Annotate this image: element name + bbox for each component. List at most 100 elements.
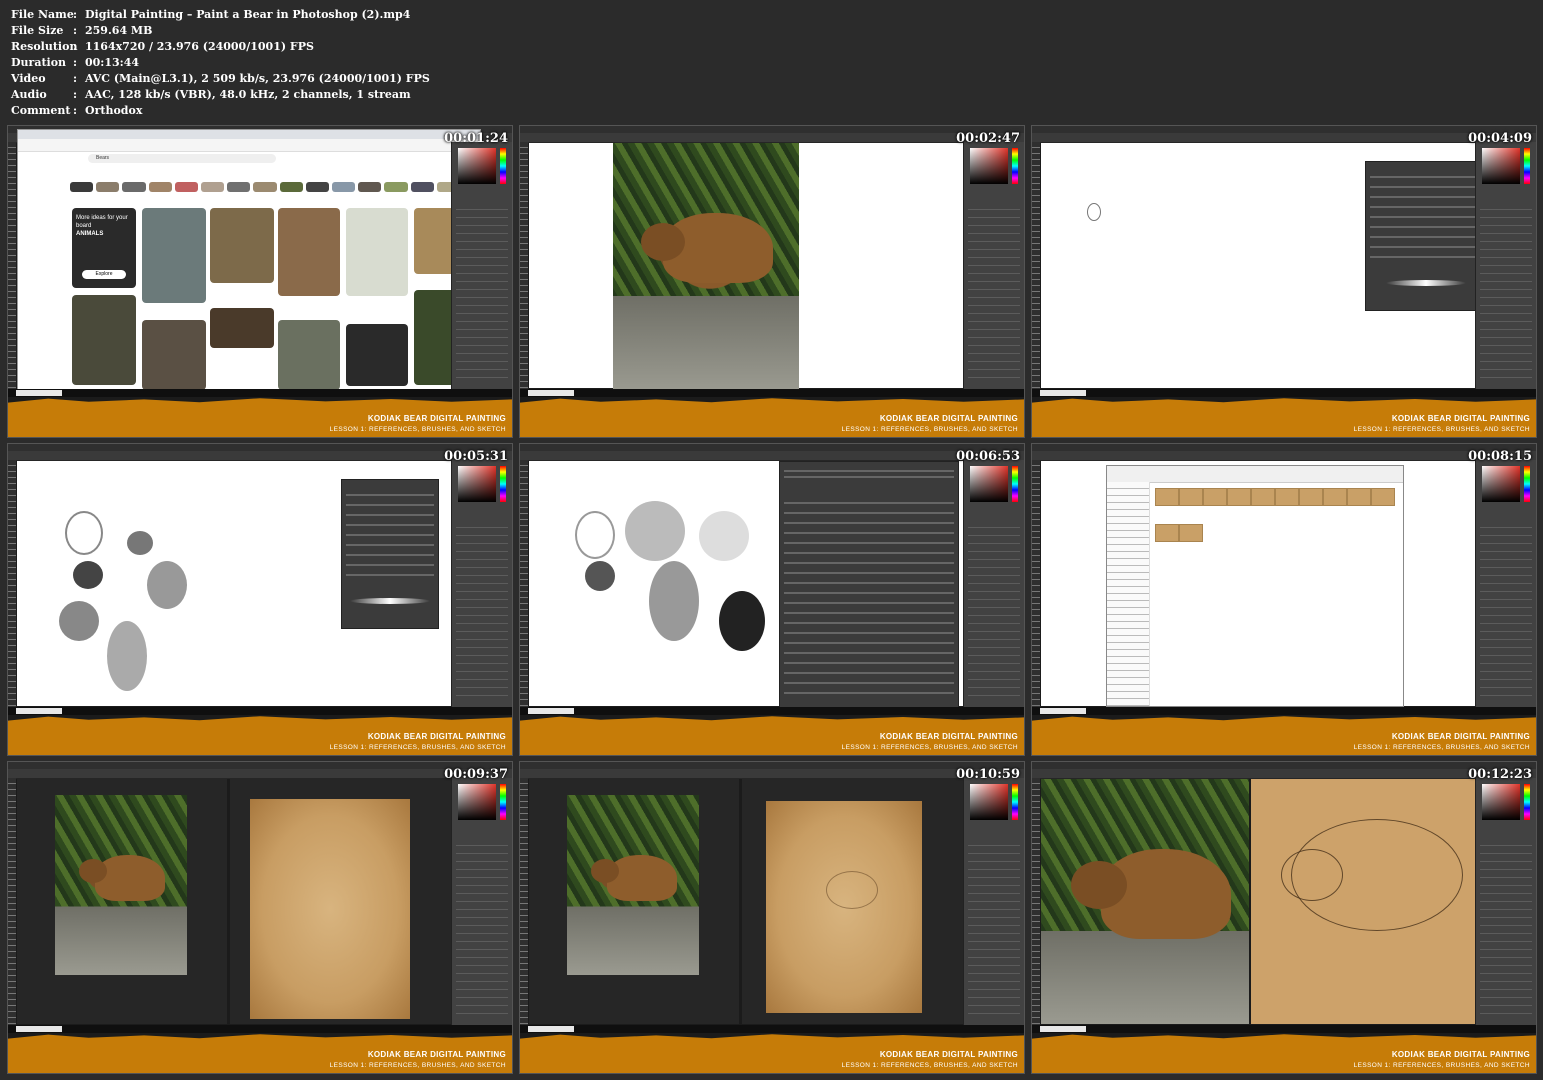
- bear-photo[interactable]: [1041, 779, 1249, 1024]
- address-bar[interactable]: [18, 139, 480, 152]
- category-chip[interactable]: [358, 182, 382, 192]
- photo-document[interactable]: [529, 779, 739, 1024]
- category-chip[interactable]: [253, 182, 277, 192]
- brush-preset[interactable]: [784, 532, 954, 534]
- photoshop-menubar[interactable]: [1032, 126, 1536, 133]
- taskbar-search[interactable]: [1040, 1026, 1086, 1032]
- dialog-option[interactable]: [346, 524, 434, 526]
- right-panels[interactable]: [1475, 778, 1536, 1025]
- dialog-option[interactable]: [346, 564, 434, 566]
- dialog-option[interactable]: [1370, 206, 1482, 208]
- brush-preset[interactable]: [784, 672, 954, 674]
- layers-panel[interactable]: [456, 838, 508, 1019]
- texture-file[interactable]: [1323, 488, 1347, 506]
- brush-preset[interactable]: [784, 522, 954, 524]
- dialog-option[interactable]: [346, 574, 434, 576]
- layers-panel[interactable]: [968, 520, 1020, 701]
- photoshop-menubar[interactable]: [1032, 444, 1536, 451]
- dialog-option[interactable]: [346, 514, 434, 516]
- texture-file[interactable]: [1227, 488, 1251, 506]
- category-chip[interactable]: [332, 182, 356, 192]
- photoshop-menubar[interactable]: [1032, 762, 1536, 769]
- brush-preset[interactable]: [784, 562, 954, 564]
- right-panels[interactable]: [451, 460, 512, 707]
- color-picker[interactable]: [1482, 148, 1520, 184]
- tools-panel[interactable]: [8, 142, 16, 389]
- color-picker[interactable]: [458, 148, 496, 184]
- dialog-option[interactable]: [346, 494, 434, 496]
- tools-panel[interactable]: [1032, 778, 1040, 1025]
- brush-preset[interactable]: [784, 476, 954, 478]
- photoshop-menubar[interactable]: [520, 126, 1024, 133]
- category-chip[interactable]: [227, 182, 251, 192]
- brush-preset[interactable]: [784, 502, 954, 504]
- right-panels[interactable]: [1475, 142, 1536, 389]
- pin-image[interactable]: [346, 324, 408, 386]
- layers-panel[interactable]: [968, 202, 1020, 383]
- photoshop-menubar[interactable]: [8, 444, 512, 451]
- dialog-option[interactable]: [346, 504, 434, 506]
- category-chip[interactable]: [174, 182, 199, 192]
- texture-file[interactable]: [1275, 488, 1299, 506]
- options-bar[interactable]: [520, 133, 1024, 143]
- right-panels[interactable]: [1475, 460, 1536, 707]
- dialog-option[interactable]: [346, 544, 434, 546]
- dialog-option[interactable]: [1370, 216, 1482, 218]
- layers-panel[interactable]: [456, 520, 508, 701]
- category-chip[interactable]: [96, 182, 120, 192]
- color-picker[interactable]: [458, 466, 496, 502]
- tools-panel[interactable]: [1032, 460, 1040, 707]
- brush-preset[interactable]: [784, 662, 954, 664]
- hue-slider[interactable]: [1012, 148, 1018, 184]
- category-chip[interactable]: [201, 182, 225, 192]
- category-chips[interactable]: [70, 182, 461, 192]
- explore-button[interactable]: Explore: [82, 270, 126, 279]
- texture-file[interactable]: [1347, 488, 1371, 506]
- browser-tabs[interactable]: [18, 130, 480, 139]
- hue-slider[interactable]: [1012, 784, 1018, 820]
- tools-panel[interactable]: [8, 778, 16, 1025]
- tools-panel[interactable]: [520, 778, 528, 1025]
- canvas[interactable]: [1041, 143, 1487, 388]
- color-picker[interactable]: [1482, 466, 1520, 502]
- options-bar[interactable]: [8, 769, 512, 779]
- photoshop-menubar[interactable]: [520, 444, 1024, 451]
- color-picker[interactable]: [1482, 784, 1520, 820]
- paper-document[interactable]: [1251, 779, 1475, 1024]
- dialog-option[interactable]: [1370, 236, 1482, 238]
- paper-document[interactable]: [230, 779, 451, 1024]
- pin-image[interactable]: [142, 208, 206, 303]
- texture-file[interactable]: [1371, 488, 1395, 506]
- taskbar-search[interactable]: [16, 390, 62, 396]
- hue-slider[interactable]: [1524, 784, 1530, 820]
- tools-panel[interactable]: [1032, 142, 1040, 389]
- dialog-option[interactable]: [1370, 186, 1482, 188]
- texture-file[interactable]: [1179, 524, 1203, 542]
- texture-file[interactable]: [1251, 488, 1275, 506]
- brush-preset[interactable]: [784, 622, 954, 624]
- layers-panel[interactable]: [456, 202, 508, 383]
- taskbar-search[interactable]: [528, 1026, 574, 1032]
- brush-preset[interactable]: [784, 632, 954, 634]
- texture-file[interactable]: [1179, 488, 1203, 506]
- options-bar[interactable]: [1032, 133, 1536, 143]
- tools-panel[interactable]: [520, 460, 528, 707]
- taskbar-search[interactable]: [528, 390, 574, 396]
- layers-panel[interactable]: [1480, 520, 1532, 701]
- brush-settings-dialog[interactable]: [341, 479, 439, 629]
- hue-slider[interactable]: [1524, 466, 1530, 502]
- tools-panel[interactable]: [8, 460, 16, 707]
- pin-image[interactable]: [278, 208, 340, 296]
- hue-slider[interactable]: [500, 466, 506, 502]
- options-bar[interactable]: [8, 451, 512, 461]
- texture-file[interactable]: [1299, 488, 1323, 506]
- hue-slider[interactable]: [1524, 148, 1530, 184]
- explorer-sidebar[interactable]: [1107, 482, 1150, 706]
- options-bar[interactable]: [1032, 451, 1536, 461]
- taskbar-search[interactable]: [16, 1026, 62, 1032]
- layers-panel[interactable]: [1480, 202, 1532, 383]
- color-picker[interactable]: [970, 148, 1008, 184]
- photo-document[interactable]: [17, 779, 227, 1024]
- right-panels[interactable]: [451, 142, 512, 389]
- canvas[interactable]: [529, 143, 963, 390]
